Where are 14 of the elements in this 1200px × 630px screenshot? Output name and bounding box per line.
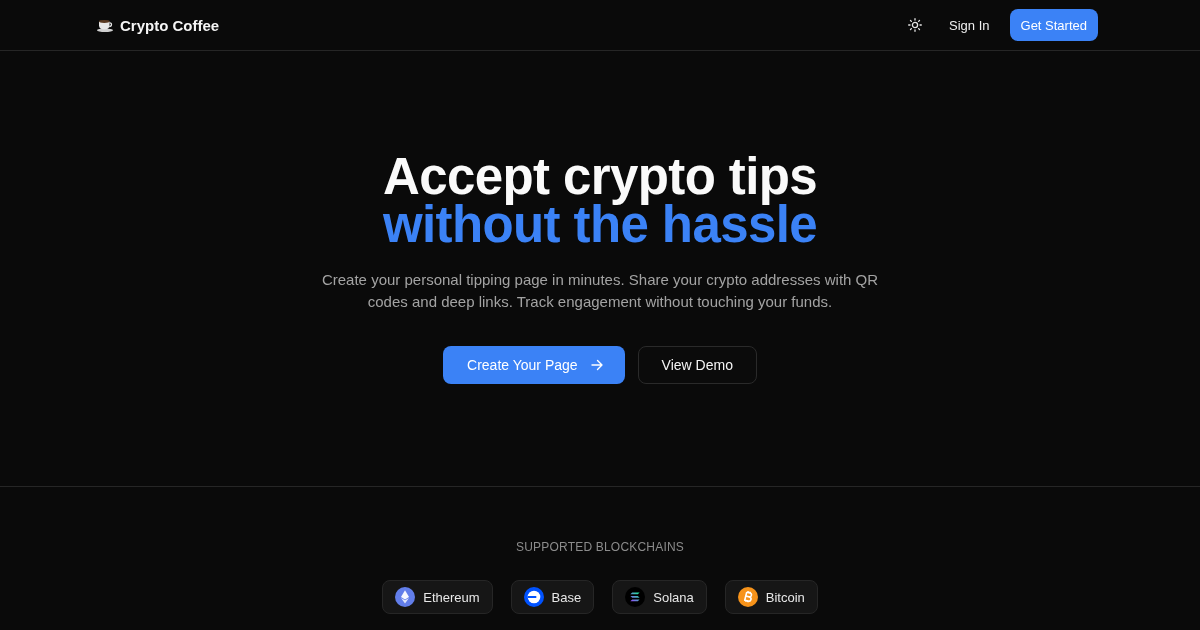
coffee-cup-icon (97, 18, 113, 32)
blockchain-name: Solana (653, 589, 694, 605)
blockchain-name: Base (551, 589, 582, 605)
blockchain-name: Bitcoin (765, 589, 805, 605)
view-demo-button[interactable]: View Demo (637, 346, 757, 384)
logo-link[interactable]: Crypto Coffee (97, 16, 220, 34)
sun-icon (908, 18, 923, 32)
blockchain-name: Ethereum (423, 589, 480, 605)
get-started-button[interactable]: Get Started (1009, 9, 1098, 41)
create-page-button[interactable]: Create Your Page (443, 346, 625, 384)
section-heading: SUPPORTED BLOCKCHAINS (516, 539, 684, 555)
hero-subtitle: Create your personal tipping page in minutes. Share your crypto addresses with QR codes and deep links. Track engagement without touching your funds. (320, 270, 880, 312)
arrow-right-icon (590, 359, 603, 371)
sign-in-link[interactable]: Sign In (937, 9, 1002, 41)
